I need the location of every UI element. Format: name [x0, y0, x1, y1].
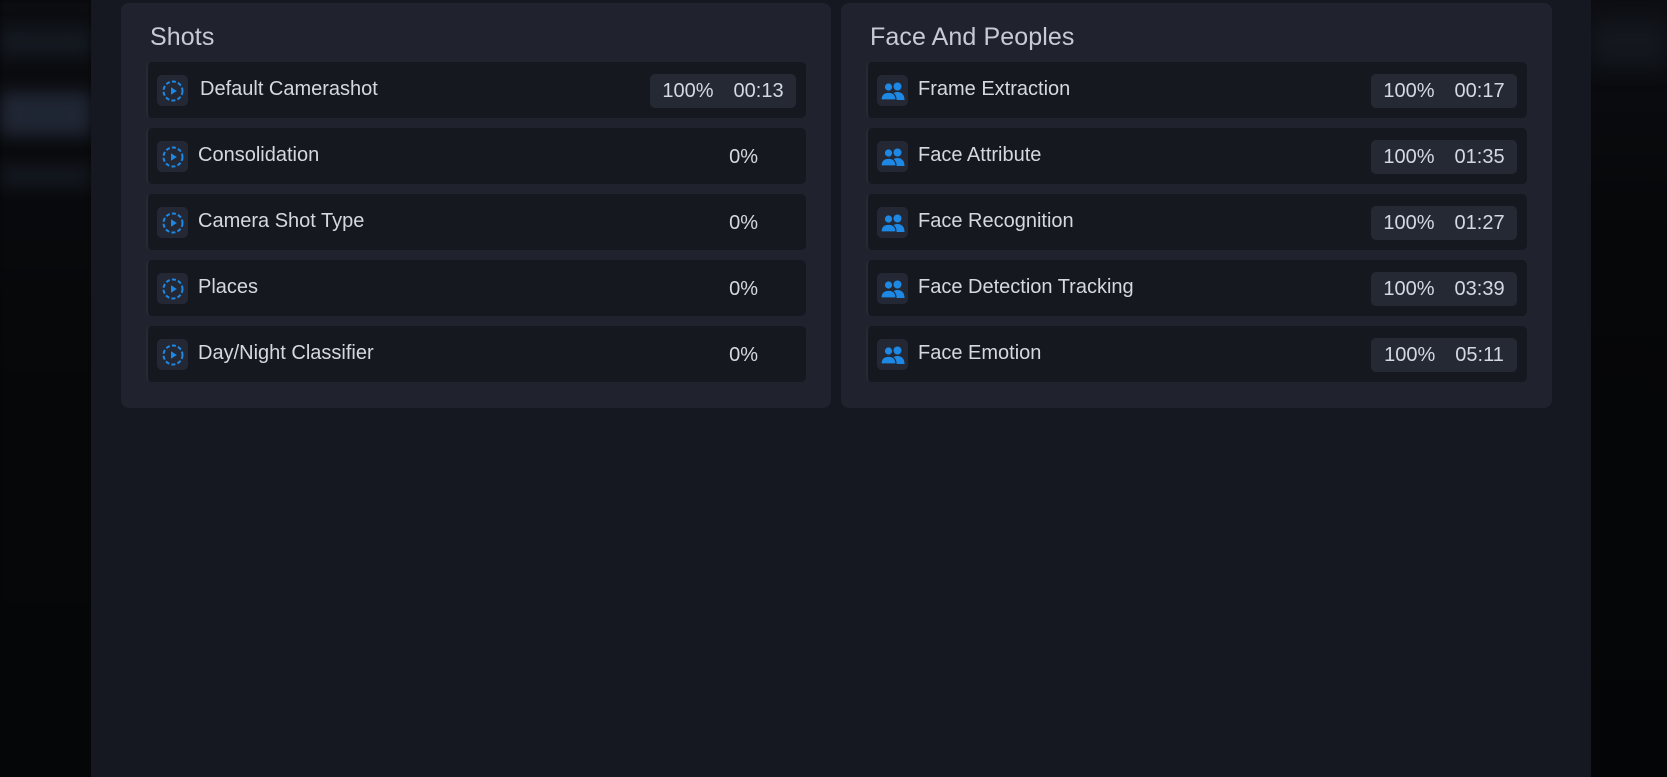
progress-percent: 0%: [729, 145, 758, 168]
faces-panel: Face And Peoples Frame Extraction 100% 0…: [841, 3, 1552, 408]
item-label: Places: [198, 276, 259, 298]
elapsed-time: 00:17: [1454, 79, 1505, 102]
item-label: Face Emotion: [918, 342, 1042, 364]
item-label: Frame Extraction: [918, 78, 1071, 100]
item-label: Face Recognition: [918, 210, 1074, 232]
item-label: Face Attribute: [918, 144, 1042, 166]
people-icon: [877, 339, 908, 370]
elapsed-time: 03:39: [1454, 277, 1505, 300]
play-circle-icon: [157, 273, 188, 304]
status-badge: 100% 00:13: [650, 74, 796, 108]
item-label: Consolidation: [198, 144, 320, 166]
list-item[interactable]: Face Attribute 100% 01:35: [866, 128, 1527, 184]
elapsed-time: 00:13: [733, 79, 784, 102]
progress-percent: 0%: [729, 277, 758, 300]
list-item[interactable]: Day/Night Classifier 0%: [146, 326, 806, 382]
status-badge: 100% 01:27: [1371, 206, 1517, 240]
status-badge: 100% 03:39: [1371, 272, 1517, 306]
progress-percent: 0%: [729, 343, 758, 366]
list-item[interactable]: Camera Shot Type 0%: [146, 194, 806, 250]
list-item[interactable]: Face Recognition 100% 01:27: [866, 194, 1527, 250]
background-smudge: [1591, 20, 1667, 68]
status-badge: 100% 01:35: [1371, 140, 1517, 174]
people-icon: [877, 75, 908, 106]
progress-percent: 100%: [1383, 79, 1435, 102]
status-badge: 0%: [650, 338, 796, 372]
status-badge: 0%: [650, 206, 796, 240]
progress-percent: 100%: [1383, 145, 1435, 168]
play-circle-icon: [157, 339, 188, 370]
panel-title: Shots: [150, 23, 215, 51]
progress-percent: 100%: [662, 79, 714, 102]
people-icon: [877, 141, 908, 172]
list-item[interactable]: Face Detection Tracking 100% 03:39: [866, 260, 1527, 316]
background-smudge: [0, 165, 91, 187]
list-item[interactable]: Consolidation 0%: [146, 128, 806, 184]
progress-percent: 100%: [1383, 277, 1435, 300]
play-circle-icon: [157, 207, 188, 238]
people-icon: [877, 207, 908, 238]
play-circle-icon: [157, 75, 188, 106]
item-label: Face Detection Tracking: [918, 276, 1134, 298]
status-badge: 100% 00:17: [1371, 74, 1517, 108]
list-item[interactable]: Places 0%: [146, 260, 806, 316]
item-label: Default Camerashot: [200, 78, 378, 100]
background-smudge: [0, 92, 91, 136]
list-item[interactable]: Frame Extraction 100% 00:17: [866, 62, 1527, 118]
item-label: Camera Shot Type: [198, 210, 365, 232]
blurred-background-left: [0, 0, 91, 777]
elapsed-time: 01:35: [1454, 145, 1505, 168]
play-circle-icon: [157, 141, 188, 172]
shots-list: Default Camerashot 100% 00:13 Consolidat…: [146, 62, 806, 392]
progress-percent: 100%: [1384, 343, 1436, 366]
elapsed-time: 01:27: [1454, 211, 1505, 234]
status-badge: 100% 05:11: [1371, 338, 1517, 372]
background-smudge: [0, 28, 91, 56]
progress-percent: 0%: [729, 211, 758, 234]
progress-percent: 100%: [1383, 211, 1435, 234]
blurred-background-right: [1591, 0, 1667, 777]
panel-title: Face And Peoples: [870, 23, 1075, 51]
status-badge: 0%: [650, 272, 796, 306]
shots-panel: Shots Default Camerashot 100% 00:13 Cons…: [121, 3, 831, 408]
item-label: Day/Night Classifier: [198, 342, 374, 364]
list-item[interactable]: Face Emotion 100% 05:11: [866, 326, 1527, 382]
status-badge: 0%: [650, 140, 796, 174]
elapsed-time: 05:11: [1455, 343, 1504, 366]
list-item[interactable]: Default Camerashot 100% 00:13: [146, 62, 806, 118]
people-icon: [877, 273, 908, 304]
faces-list: Frame Extraction 100% 00:17 Face Attribu…: [866, 62, 1527, 392]
